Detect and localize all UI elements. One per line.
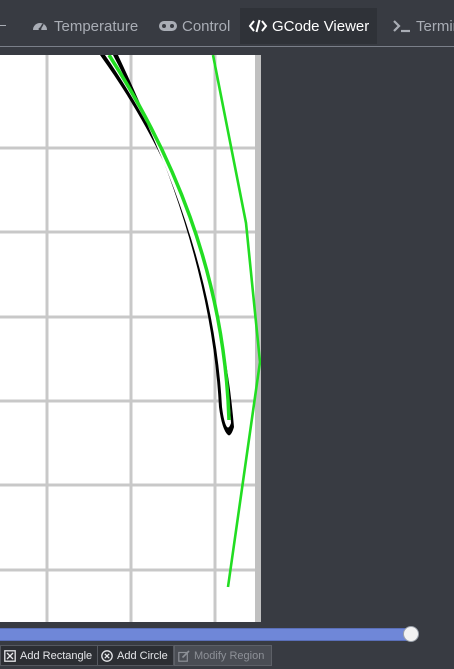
tab-bar: Temperature Control GCode Viewer Termina…	[0, 0, 454, 47]
layer-slider-track[interactable]	[0, 628, 414, 641]
tab-temperature[interactable]: Temperature	[22, 8, 146, 44]
toolpath-line	[107, 55, 231, 421]
add-circle-button[interactable]: Add Circle	[97, 645, 174, 666]
modify-region-button[interactable]: Modify Region	[174, 645, 272, 666]
button-label: Modify Region	[194, 649, 265, 662]
circle-icon	[101, 649, 113, 662]
tab-label: Control	[182, 17, 231, 35]
code-icon	[248, 17, 268, 35]
tab-label: Temperature	[54, 17, 139, 35]
add-rectangle-button[interactable]: Add Rectangle	[0, 645, 99, 666]
toolpath-inner	[105, 55, 231, 428]
rectangle-icon	[4, 649, 16, 662]
terminal-icon	[392, 17, 412, 35]
button-label: Add Rectangle	[20, 649, 93, 662]
gauge-icon	[30, 17, 50, 35]
gamepad-icon	[158, 17, 178, 35]
tab-terminal[interactable]: Terminal	[384, 8, 454, 44]
tab-label: Terminal	[416, 17, 454, 35]
edit-icon	[178, 649, 190, 662]
layer-slider-handle[interactable]	[403, 626, 419, 642]
tab-label: GCode Viewer	[272, 17, 370, 35]
button-label: Add Circle	[117, 649, 168, 662]
tab-partial-edge	[0, 25, 6, 26]
tab-control[interactable]: Control	[150, 8, 238, 44]
gcode-viewer-canvas[interactable]	[0, 55, 261, 622]
tab-gcode-viewer[interactable]: GCode Viewer	[240, 8, 377, 44]
travel-move-line	[211, 55, 261, 588]
